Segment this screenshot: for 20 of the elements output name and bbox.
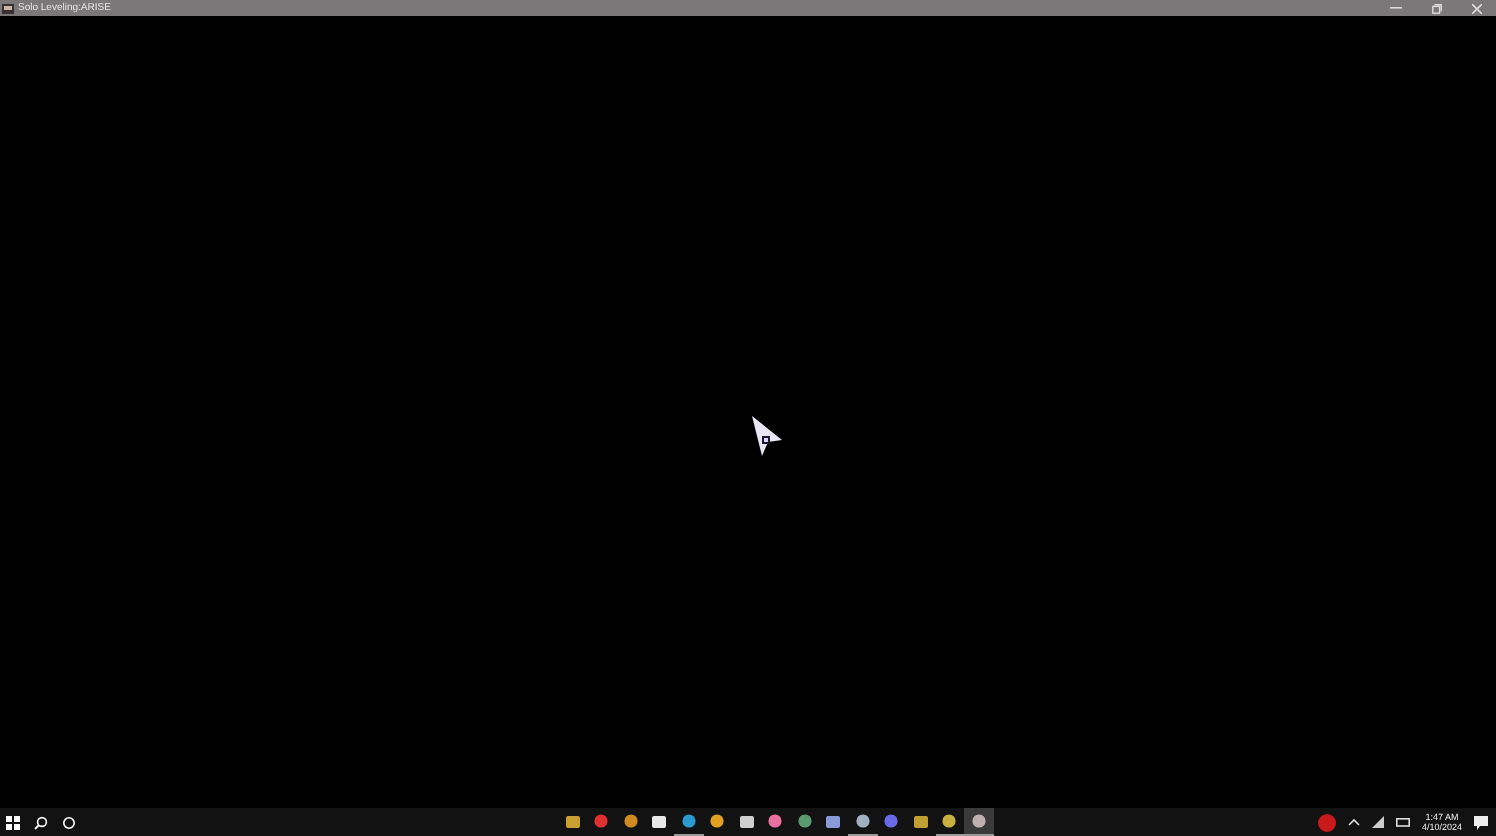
minimize-icon[interactable] (1390, 6, 1402, 10)
square-app-icon (739, 815, 754, 827)
search-icon[interactable] (34, 815, 48, 829)
square-app-icon (652, 815, 667, 827)
network-icon[interactable] (1371, 816, 1384, 828)
recording-icon[interactable] (1317, 813, 1336, 831)
square-app-icon (565, 815, 580, 827)
close-icon[interactable] (1471, 3, 1481, 13)
chevron-up-icon[interactable] (1347, 818, 1360, 826)
taskbar-app[interactable] (848, 808, 877, 836)
app-icon (2, 3, 14, 13)
restore-icon[interactable] (1431, 3, 1441, 13)
cursor-icon (748, 414, 784, 458)
taskbar-app[interactable] (674, 808, 703, 836)
monitor-icon[interactable] (1395, 817, 1410, 827)
start-icon[interactable] (6, 815, 20, 829)
square-app-icon (913, 815, 928, 827)
square-app-icon (826, 815, 841, 827)
circle-icon[interactable] (62, 815, 76, 829)
notification-icon[interactable] (1474, 815, 1488, 829)
